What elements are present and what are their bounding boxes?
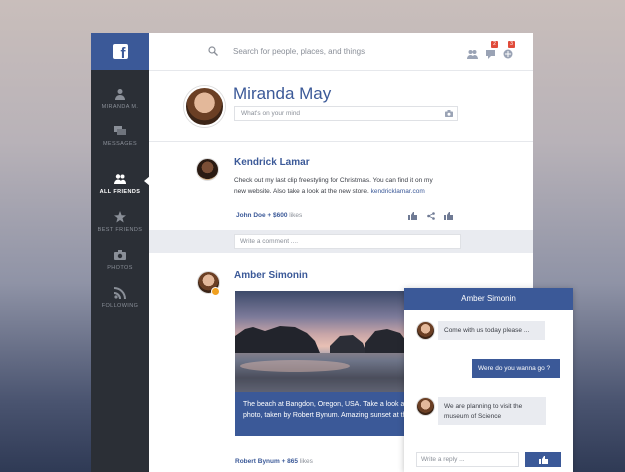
friends-icon	[114, 174, 126, 184]
status-placeholder: What's on your mind	[241, 110, 301, 117]
sidebar-item-label: BEST FRIENDS	[97, 227, 143, 233]
divider	[149, 141, 533, 142]
post-author-name[interactable]: Amber Simonin	[234, 270, 308, 281]
reply-placeholder: Write a reply ...	[421, 456, 465, 463]
likes-summary[interactable]: John Doe + $600 likes	[236, 212, 302, 219]
chat-avatar	[416, 397, 435, 416]
caption-line: The beach at Bangdon, Oregon, USA. Take …	[243, 401, 415, 408]
facebook-logo-icon: f	[112, 44, 128, 62]
sidebar-item-all-friends[interactable]: ALL FRIENDS	[91, 173, 150, 195]
messages-badge: 2	[491, 41, 498, 48]
like-icon	[538, 455, 548, 464]
chat-message-incoming: We are planning to visit the museum of S…	[438, 397, 546, 425]
sidebar-item-label: MIRANDA M.	[101, 104, 139, 110]
sidebar-item-best-friends[interactable]: BEST FRIENDS	[91, 211, 149, 233]
notifications-badge: 3	[508, 41, 515, 48]
chat-window: Amber Simonin Come with us today please …	[404, 288, 573, 472]
likes-summary[interactable]: Robert Bynum + 865 likes	[235, 458, 313, 465]
post-link[interactable]: kendricklamar.com	[371, 188, 425, 195]
search-icon[interactable]	[208, 46, 218, 56]
likes-names[interactable]: Robert Bynum + 865	[235, 458, 298, 465]
comment-placeholder: Write a comment ....	[240, 238, 299, 245]
messages-header-icon[interactable]: 2	[486, 41, 498, 64]
sidebar-item-profile[interactable]: MIRANDA M.	[91, 88, 149, 110]
chat-avatar	[416, 321, 435, 340]
camera-icon	[114, 250, 126, 260]
like-icon[interactable]	[444, 212, 453, 220]
profile-avatar[interactable]	[184, 86, 225, 127]
comment-input[interactable]: Write a comment ....	[234, 234, 461, 249]
messages-icon	[114, 126, 126, 135]
emoji-badge-icon	[211, 287, 220, 296]
sidebar-item-photos[interactable]: PHOTOS	[91, 249, 149, 271]
post-text: Check out my last clip freestyling for C…	[234, 175, 464, 197]
profile-name[interactable]: Miranda May	[233, 84, 331, 104]
chat-header[interactable]: Amber Simonin	[404, 288, 573, 310]
comment-bar: Write a comment ....	[149, 230, 533, 253]
friend-requests-icon[interactable]	[467, 46, 478, 64]
sidebar-item-label: MESSAGES	[102, 141, 138, 147]
likes-suffix: likes	[299, 458, 313, 465]
post-author-name[interactable]: Kendrick Lamar	[234, 157, 310, 168]
camera-icon[interactable]	[445, 110, 453, 117]
chat-message-outgoing: Were do you wanna go ?	[472, 359, 560, 378]
sidebar-item-label: ALL FRIENDS	[99, 189, 141, 195]
likes-suffix: likes	[289, 212, 303, 219]
chat-like-send-button[interactable]	[525, 452, 561, 467]
chat-reply-input[interactable]: Write a reply ...	[416, 452, 519, 467]
post-text-line: new website. Also take a look at the new…	[234, 188, 369, 195]
likes-names[interactable]: John Doe + $600	[236, 212, 287, 219]
active-indicator	[144, 176, 150, 186]
sidebar: f MIRANDA M. MESSAGES ALL FRIENDS BEST F…	[91, 33, 150, 472]
notifications-icon[interactable]: 3	[503, 41, 515, 64]
user-icon	[115, 89, 125, 100]
search-input[interactable]: Search for people, places, and things	[233, 47, 365, 56]
post-author-avatar[interactable]	[196, 158, 219, 181]
top-bar: Search for people, places, and things 2 …	[149, 33, 533, 71]
chat-message-incoming: Come with us today please ...	[438, 321, 545, 340]
caption-line: photo, taken by Robert Bynum. Amazing su…	[243, 412, 407, 419]
share-icon[interactable]	[427, 212, 435, 220]
dislike-icon[interactable]	[408, 212, 417, 220]
star-icon	[114, 211, 126, 223]
post-text-line: Check out my last clip freestyling for C…	[234, 177, 433, 184]
status-input[interactable]: What's on your mind	[234, 106, 458, 121]
sidebar-item-label: PHOTOS	[107, 265, 133, 271]
rss-icon	[114, 287, 126, 299]
facebook-logo[interactable]: f	[91, 33, 149, 70]
sidebar-item-following[interactable]: FOLLOWING	[91, 287, 149, 309]
sidebar-item-messages[interactable]: MESSAGES	[91, 125, 149, 147]
sidebar-item-label: FOLLOWING	[101, 303, 139, 309]
